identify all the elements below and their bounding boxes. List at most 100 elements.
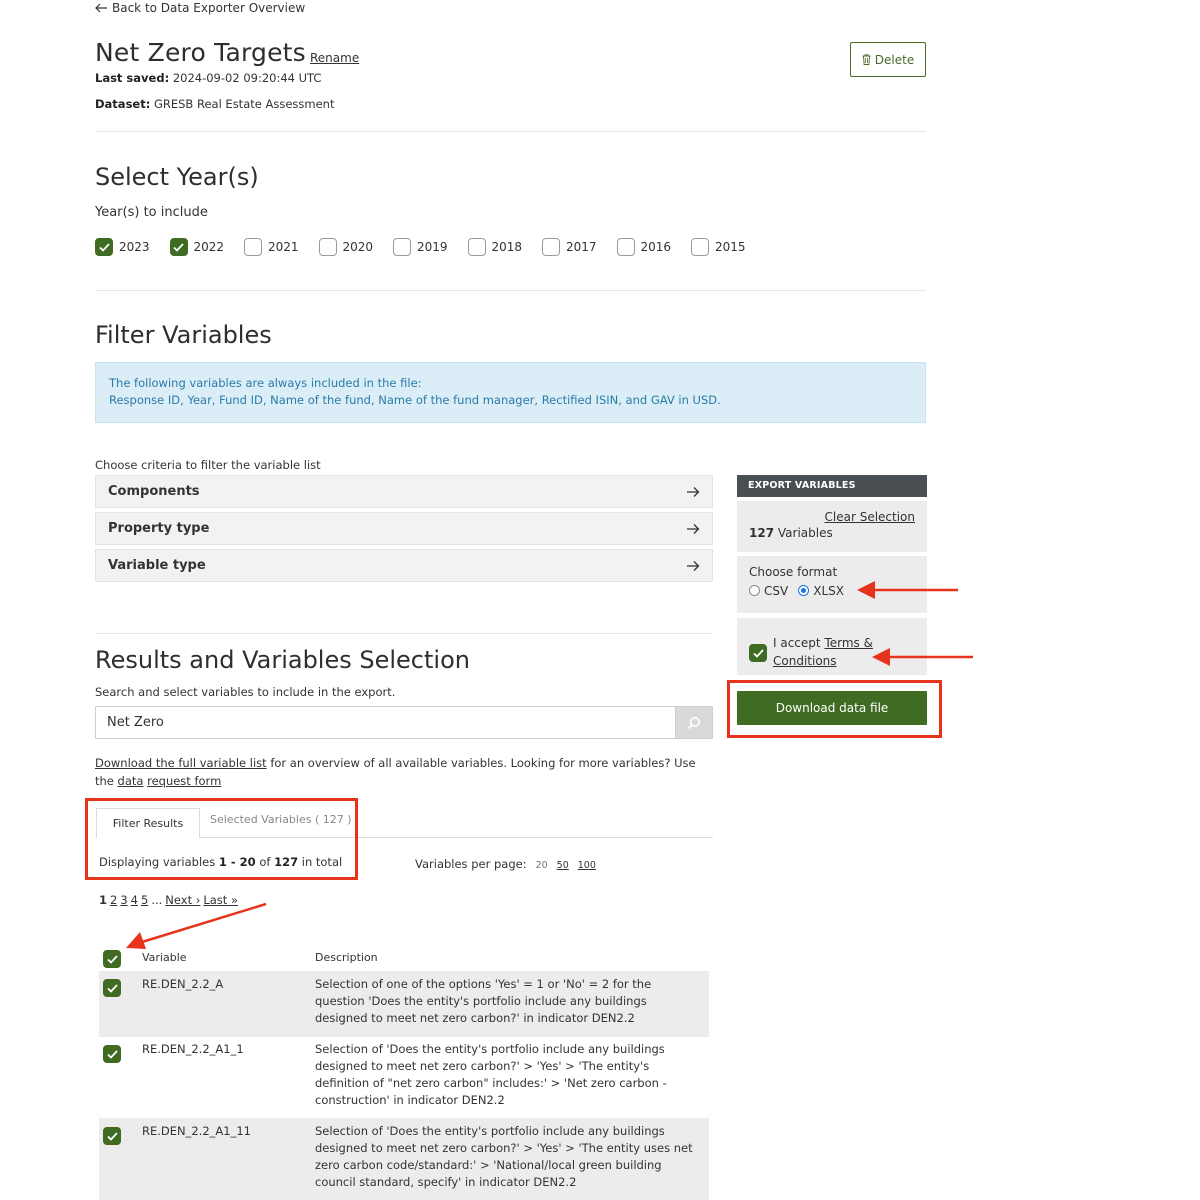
year-checkbox-2015[interactable]: 2015: [691, 238, 766, 256]
annotation-arrow-format: [857, 581, 958, 599]
xlsx-label: XLSX: [813, 584, 844, 598]
format-option-csv[interactable]: CSV: [749, 584, 788, 598]
per-page-50[interactable]: 50: [557, 860, 569, 871]
variable-count-suffix: Variables: [777, 526, 833, 540]
year-checkbox-box[interactable]: [691, 238, 709, 256]
delete-label: Delete: [874, 52, 915, 67]
delete-button[interactable]: Delete: [850, 42, 926, 77]
column-header-description: Description: [315, 951, 378, 964]
year-label: 2020: [342, 240, 374, 254]
format-options: CSV XLSX: [749, 584, 844, 598]
export-selection-box: Clear Selection 127 Variables: [737, 501, 927, 552]
export-panel-heading: EXPORT VARIABLES: [737, 475, 927, 497]
annotation-arrow-select-all: [126, 902, 267, 949]
annotation-box-download: [727, 680, 942, 738]
year-checkbox-box[interactable]: [95, 238, 113, 256]
format-option-xlsx[interactable]: XLSX: [798, 584, 844, 598]
back-link-label: Back to Data Exporter Overview: [112, 1, 306, 15]
rename-link[interactable]: Rename: [310, 51, 359, 65]
dataset-label: Dataset:: [95, 97, 151, 111]
filter-section-title: Filter Variables: [95, 321, 272, 349]
column-header-variable: Variable: [142, 951, 187, 964]
year-checkbox-2017[interactable]: 2017: [542, 238, 617, 256]
criteria-variable-type[interactable]: Variable type: [95, 549, 713, 582]
page-1[interactable]: 1: [99, 893, 107, 907]
row-variable: RE.DEN_2.2_A1_11: [142, 1124, 251, 1138]
criteria-label-components: Components: [108, 484, 200, 499]
check-icon: [106, 983, 118, 993]
format-label: Choose format: [749, 565, 838, 579]
arrow-right-icon: [687, 523, 700, 534]
criteria-label: Choose criteria to filter the variable l…: [95, 458, 321, 472]
year-checkbox-box[interactable]: [244, 238, 262, 256]
row-checkbox[interactable]: [103, 979, 121, 997]
arrow-right-icon: [687, 486, 700, 497]
conditions-link[interactable]: Conditions: [773, 654, 837, 668]
year-checkbox-box[interactable]: [616, 238, 635, 256]
accept-terms-text: I accept Terms & Conditions: [773, 634, 873, 670]
last-saved: Last saved: 2024-09-02 09:20:44 UTC: [95, 71, 321, 85]
per-page-selector: Variables per page: 20 50 100: [415, 857, 596, 871]
row-variable: RE.DEN_2.2_A1_1: [142, 1042, 244, 1056]
divider: [95, 290, 926, 291]
data-request-link-part2[interactable]: request form: [147, 774, 221, 788]
row-description: Selection of 'Does the entity's portfoli…: [315, 1124, 693, 1189]
csv-radio[interactable]: [749, 585, 760, 596]
clear-selection-link[interactable]: Clear Selection: [825, 510, 916, 524]
check-icon: [106, 1131, 118, 1141]
per-page-100[interactable]: 100: [578, 860, 596, 871]
year-checkbox-box[interactable]: [393, 238, 411, 256]
search-button[interactable]: [675, 706, 713, 739]
check-icon: [752, 648, 764, 658]
criteria-label-variable-type: Variable type: [108, 558, 206, 573]
row-checkbox[interactable]: [103, 1045, 121, 1063]
dataset-info: Dataset: GRESB Real Estate Assessment: [95, 97, 334, 111]
results-section-title: Results and Variables Selection: [95, 646, 470, 674]
table-row: RE.DEN_2.2_A1_11 Selection of 'Does the …: [99, 1118, 709, 1200]
page-2[interactable]: 2: [110, 893, 117, 907]
criteria-components[interactable]: Components: [95, 475, 713, 508]
check-icon: [98, 242, 110, 252]
year-checkbox-box[interactable]: [169, 238, 188, 256]
trash-icon: [862, 54, 871, 65]
criteria-property-type[interactable]: Property type: [95, 512, 713, 545]
year-checkbox-box[interactable]: [318, 238, 337, 256]
back-link[interactable]: Back to Data Exporter Overview: [95, 1, 305, 15]
per-page-20[interactable]: 20: [536, 860, 548, 871]
year-checkbox-2023[interactable]: 2023: [95, 238, 170, 256]
years-subtitle: Year(s) to include: [95, 205, 208, 220]
search-icon: [687, 716, 701, 729]
download-variable-list-link[interactable]: Download the full variable list: [95, 756, 267, 770]
year-checkbox-2019[interactable]: 2019: [393, 238, 468, 256]
year-checkbox-2020[interactable]: 2020: [318, 238, 394, 256]
year-label: 2023: [119, 240, 150, 254]
xlsx-radio[interactable]: [798, 585, 810, 596]
year-label: 2021: [268, 240, 299, 254]
year-checkbox-2018[interactable]: 2018: [467, 238, 543, 256]
accept-terms-checkbox[interactable]: [749, 644, 767, 662]
terms-link[interactable]: Terms &: [824, 636, 873, 650]
csv-label: CSV: [764, 584, 789, 598]
row-variable: RE.DEN_2.2_A: [142, 977, 224, 991]
year-checkbox-box[interactable]: [467, 238, 486, 256]
row-description: Selection of 'Does the entity's portfoli…: [315, 1042, 667, 1107]
last-saved-label: Last saved:: [95, 71, 170, 85]
year-checkbox-box[interactable]: [542, 238, 560, 256]
years-section-title: Select Year(s): [95, 163, 259, 191]
year-checkbox-2016[interactable]: 2016: [616, 238, 692, 256]
year-checkbox-2022[interactable]: 2022: [169, 238, 245, 256]
year-label: 2016: [640, 240, 672, 254]
arrow-left-icon: [95, 3, 107, 13]
divider: [95, 131, 926, 132]
row-checkbox[interactable]: [103, 1127, 121, 1145]
table-row: RE.DEN_2.2_A Selection of one of the opt…: [99, 971, 709, 1037]
arrow-right-icon: [687, 560, 700, 571]
select-all-checkbox[interactable]: [103, 950, 121, 968]
year-checkbox-2021[interactable]: 2021: [244, 238, 319, 256]
criteria-label-property-type: Property type: [108, 521, 210, 536]
annotation-box-tabs: [85, 798, 358, 880]
last-saved-value: 2024-09-02 09:20:44 UTC: [172, 71, 322, 85]
data-request-link-part1[interactable]: data: [118, 774, 144, 788]
search-input[interactable]: Net Zero: [95, 706, 675, 739]
check-icon: [106, 1049, 118, 1059]
